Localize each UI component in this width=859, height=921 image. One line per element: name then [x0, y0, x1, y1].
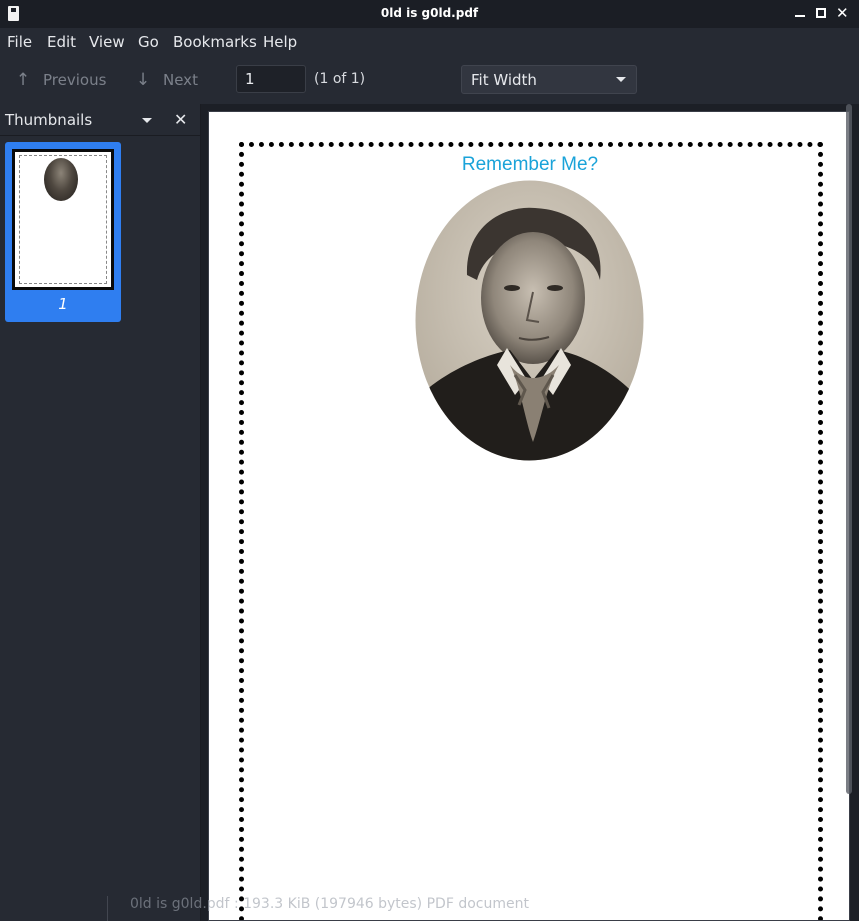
status-divider — [107, 896, 108, 921]
previous-button[interactable]: ↑ Previous — [13, 68, 107, 92]
thumbnail-image — [12, 149, 114, 290]
previous-label: Previous — [43, 71, 107, 89]
toolbar: ↑ Previous ↓ Next (1 of 1) Fit Width — [0, 58, 859, 102]
status-bar: 0ld is g0ld.pdf : 193.3 KiB (197946 byte… — [0, 896, 859, 921]
chevron-down-icon — [616, 77, 626, 82]
vertical-scrollbar[interactable] — [846, 104, 852, 794]
window-title: 0ld is g0ld.pdf — [380, 6, 479, 20]
document-page: Remember Me? — [208, 111, 850, 921]
thumbnail-page-label: 1 — [58, 295, 68, 313]
close-window-icon[interactable]: ✕ — [836, 6, 850, 21]
menu-bar: File Edit View Go Bookmarks Help — [0, 28, 859, 56]
sidebar-dropdown-icon[interactable] — [142, 118, 152, 123]
thumbnail-portrait — [44, 158, 78, 201]
status-text: 0ld is g0ld.pdf : 193.3 KiB (197946 byte… — [130, 896, 529, 912]
sidebar-header: Thumbnails ✕ — [0, 104, 200, 136]
minimize-icon[interactable] — [793, 6, 807, 20]
maximize-icon[interactable] — [814, 6, 828, 20]
sidebar: Thumbnails ✕ 1 — [0, 104, 201, 921]
next-button[interactable]: ↓ Next — [133, 68, 198, 92]
arrow-down-icon: ↓ — [135, 70, 151, 90]
menu-help[interactable]: Help — [263, 33, 297, 51]
menu-go[interactable]: Go — [138, 33, 159, 51]
zoom-select-value: Fit Width — [471, 71, 537, 89]
menu-bookmarks[interactable]: Bookmarks — [173, 33, 257, 51]
sidebar-close-icon[interactable]: ✕ — [174, 110, 187, 129]
page-thumbnail[interactable]: 1 — [5, 142, 121, 322]
document-heading: Remember Me? — [461, 154, 599, 175]
document-viewer[interactable]: Remember Me? — [201, 104, 859, 921]
page-number-input[interactable] — [236, 65, 306, 93]
menu-file[interactable]: File — [7, 33, 32, 51]
portrait-image — [415, 180, 644, 461]
zoom-select[interactable]: Fit Width — [461, 65, 637, 94]
menu-view[interactable]: View — [89, 33, 125, 51]
arrow-up-icon: ↑ — [15, 70, 31, 90]
sidebar-title: Thumbnails — [5, 111, 93, 129]
title-bar: 0ld is g0ld.pdf ✕ — [0, 0, 859, 29]
menu-edit[interactable]: Edit — [47, 33, 76, 51]
page-count-label: (1 of 1) — [314, 71, 366, 87]
next-label: Next — [163, 71, 198, 89]
